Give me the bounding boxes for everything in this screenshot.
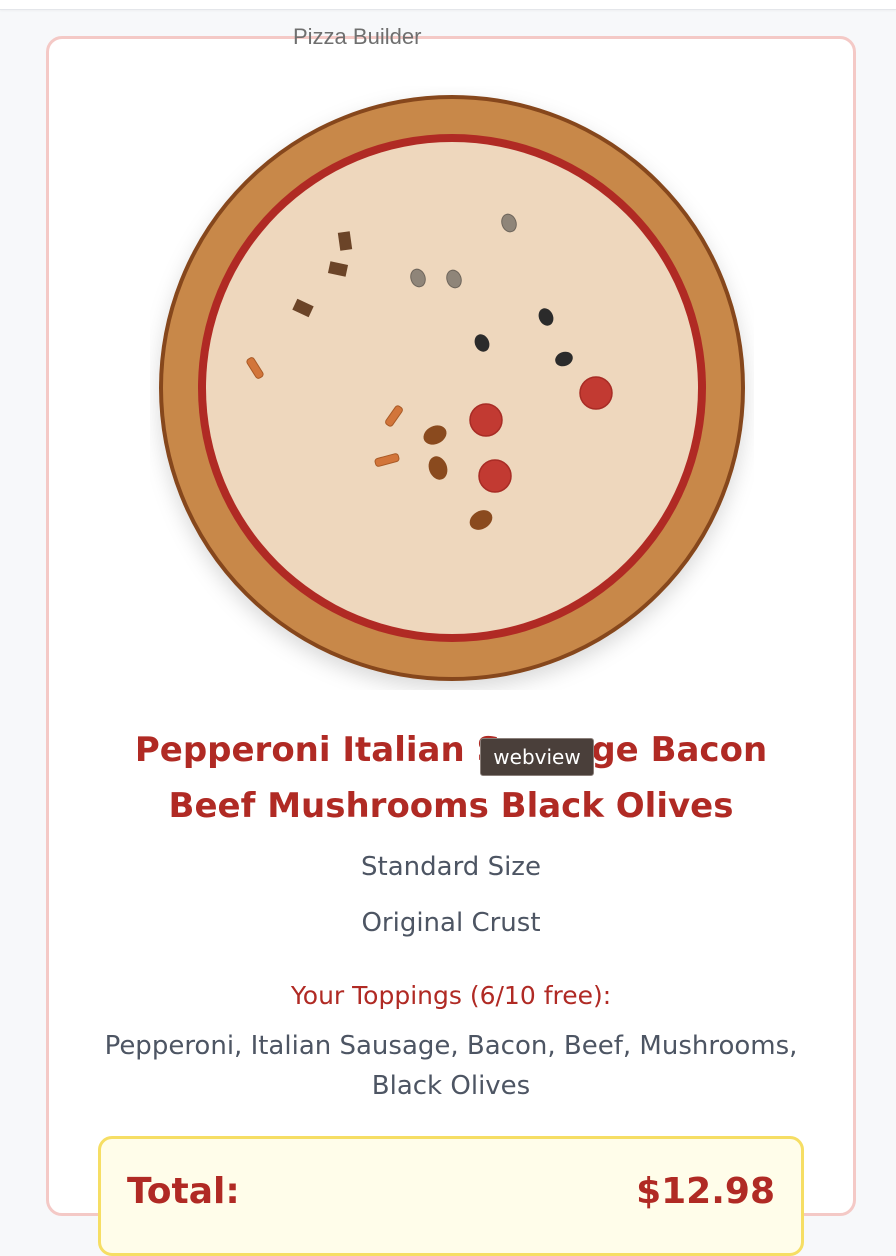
browser-top-bar (0, 0, 896, 10)
webview-tooltip: webview (480, 738, 594, 776)
total-box: Total: $12.98 (98, 1136, 804, 1256)
pizza-preview (150, 86, 754, 690)
bacon-piece (337, 231, 353, 251)
pizza-graphic (159, 95, 745, 681)
toppings-list: Pepperoni, Italian Sausage, Bacon, Beef,… (104, 1031, 798, 1101)
pepperoni-slice (478, 459, 512, 493)
total-price: $12.98 (636, 1171, 775, 1212)
pizza-cheese (206, 142, 698, 634)
pizza-name-title: Pepperoni Italian Sausage Bacon Beef Mus… (134, 730, 768, 826)
pizza-crust-text: Original Crust (361, 908, 541, 938)
total-label: Total: (127, 1171, 240, 1212)
pizza-size-text: Standard Size (361, 852, 541, 882)
toppings-heading: Your Toppings (6/10 free): (290, 981, 612, 1010)
pepperoni-slice (579, 376, 613, 410)
pepperoni-slice (469, 403, 503, 437)
pizza-image-alt-text: Pizza Builder (293, 24, 422, 49)
